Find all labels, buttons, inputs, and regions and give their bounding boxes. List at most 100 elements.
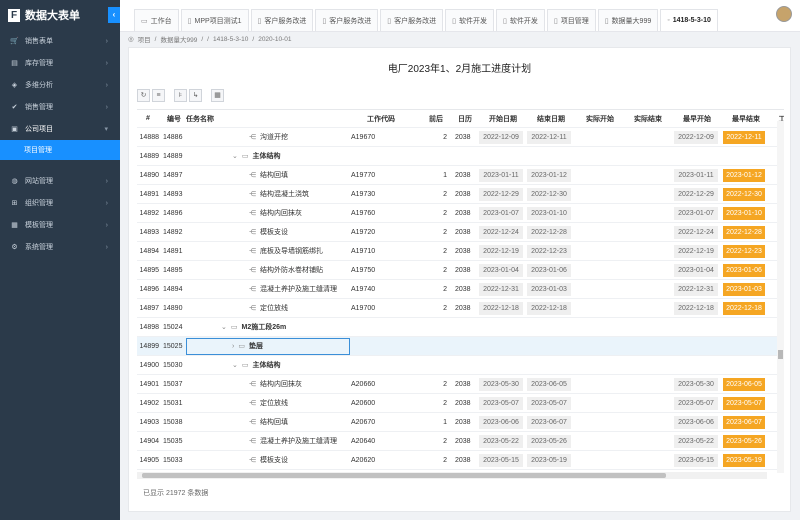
col-plan-start[interactable]: 开始日期 (479, 110, 527, 127)
row-pre[interactable]: 2 (425, 261, 447, 279)
row-actual-start[interactable] (577, 204, 623, 222)
row-cal[interactable]: 2038 (455, 261, 475, 279)
row-actual-end[interactable] (625, 128, 671, 146)
horizontal-scroll-thumb[interactable] (142, 473, 666, 478)
row-pre[interactable]: 2 (425, 394, 447, 412)
row-plan-start-cell[interactable]: 2023-06-06 (479, 413, 527, 431)
row-name-cell[interactable]: ⋲ 定位放线 (186, 394, 350, 412)
table-row[interactable]: 14900 15030 ⌄ ▭ 主体结构 (137, 356, 784, 375)
row-early-finish-cell[interactable]: 2023-01-06 (723, 261, 769, 279)
row-pre[interactable]: 2 (425, 128, 447, 146)
row-code[interactable]: A19710 (351, 242, 411, 260)
tab-9[interactable]: ◦ 1418-5-3-10 (660, 9, 718, 31)
app-logo[interactable]: F 数据大表单 ‹ (0, 0, 120, 30)
row-plan-start-cell[interactable]: 2022-12-29 (479, 185, 527, 203)
row-early-finish-cell[interactable]: 2023-05-07 (723, 394, 769, 412)
row-code[interactable]: A20670 (351, 413, 411, 431)
row-actual-start[interactable] (577, 432, 623, 450)
row-cal[interactable]: 2038 (455, 432, 475, 450)
sidebar-item-3[interactable]: ✔ 销售管理 › (0, 96, 120, 118)
sidebar-item-7[interactable]: ⊞ 组织管理 › (0, 192, 120, 214)
row-name-cell[interactable]: ⋲ 结构混凝土浇筑 (186, 185, 350, 203)
row-plan-end-cell[interactable]: 2023-01-03 (527, 280, 575, 298)
tab-5[interactable]: ▯ 软件开发 (445, 9, 494, 31)
row-plan-start-cell[interactable]: 2022-12-18 (479, 299, 527, 317)
row-plan-start-cell[interactable]: 2023-05-15 (479, 451, 527, 469)
col-pre[interactable]: 前后 (425, 110, 447, 127)
row-early-finish-cell[interactable]: 2023-06-05 (723, 375, 769, 393)
row-name-cell[interactable]: ⋲ 混凝土养护及施工缝清理 (186, 280, 350, 298)
table-row[interactable]: 14888 14886 ⋲ 沟道开挖 A19670 2 2038 2022-12-… (137, 128, 784, 147)
row-name-cell[interactable]: ⋲ 结构回填 (186, 166, 350, 184)
row-name-cell[interactable]: › ▭ 垫层 (186, 337, 350, 355)
row-actual-end[interactable] (625, 413, 671, 431)
row-early-finish-cell[interactable]: 2023-01-03 (723, 280, 769, 298)
breadcrumb-item[interactable]: 数据量大999 (160, 34, 197, 44)
table-row[interactable]: 14904 15035 ⋲ 混凝土养护及施工缝清理 A20640 2 2038 2… (137, 432, 784, 451)
horizontal-scrollbar[interactable] (137, 472, 767, 479)
row-actual-end[interactable] (625, 166, 671, 184)
breadcrumb-item[interactable]: 项目 (138, 34, 151, 44)
col-plan-end[interactable]: 结束日期 (527, 110, 575, 127)
row-actual-end[interactable] (625, 242, 671, 260)
col-name[interactable]: 任务名称 (186, 110, 350, 127)
row-plan-start-cell[interactable]: 2023-05-30 (479, 375, 527, 393)
tab-8[interactable]: ▯ 数据量大999 (597, 9, 659, 31)
breadcrumb-item[interactable]: 2020-10-01 (258, 36, 291, 43)
table-row[interactable]: 14896 14894 ⋲ 混凝土养护及施工缝清理 A19740 2 2038 2… (137, 280, 784, 299)
row-plan-end-cell[interactable]: 2023-05-26 (527, 432, 575, 450)
row-plan-end-cell[interactable]: 2023-05-07 (527, 394, 575, 412)
table-row[interactable]: 14905 15033 ⋲ 模板支设 A20620 2 2038 2023-05-… (137, 451, 784, 470)
row-early-finish-cell[interactable]: 2023-01-10 (723, 204, 769, 222)
row-plan-end-cell[interactable]: 2023-05-19 (527, 451, 575, 469)
calendar-icon[interactable]: ▦ (211, 89, 224, 102)
row-plan-start-cell[interactable]: 2023-01-11 (479, 166, 527, 184)
row-cal[interactable]: 2038 (455, 204, 475, 222)
row-plan-start-cell[interactable]: 2022-12-19 (479, 242, 527, 260)
breadcrumb-item[interactable]: 1418-5-3-10 (213, 36, 248, 43)
refresh-icon[interactable]: ↻ (137, 89, 150, 102)
table-row[interactable]: 14897 14890 ⋲ 定位放线 A19700 2 2038 2022-12-… (137, 299, 784, 318)
row-name-cell[interactable]: ⌄ ▭ 主体结构 (186, 356, 350, 374)
row-plan-end-cell[interactable]: 2022-12-30 (527, 185, 575, 203)
row-code[interactable]: A19750 (351, 261, 411, 279)
table-row[interactable]: 14890 14897 ⋲ 结构回填 A19770 1 2038 2023-01-… (137, 166, 784, 185)
row-code[interactable]: A19770 (351, 166, 411, 184)
row-plan-start-cell[interactable]: 2023-05-22 (479, 432, 527, 450)
row-pre[interactable]: 1 (425, 413, 447, 431)
row-actual-end[interactable] (625, 204, 671, 222)
row-plan-start-cell[interactable]: 2023-05-07 (479, 394, 527, 412)
expand-toggle-icon[interactable]: ⌄ (232, 361, 238, 369)
row-name-cell[interactable]: ⋲ 结构内回抹灰 (186, 375, 350, 393)
row-code[interactable]: A20600 (351, 394, 411, 412)
row-plan-end-cell[interactable]: 2022-12-28 (527, 223, 575, 241)
row-plan-start-cell[interactable]: 2022-12-31 (479, 280, 527, 298)
row-actual-end[interactable] (625, 223, 671, 241)
row-pre[interactable]: 2 (425, 204, 447, 222)
link-icon[interactable]: ↳ (189, 89, 202, 102)
row-early-start-cell[interactable]: 2023-01-07 (674, 204, 720, 222)
row-name-cell[interactable]: ⋲ 沟道开挖 (186, 128, 350, 146)
row-code[interactable]: A20620 (351, 451, 411, 469)
row-actual-start[interactable] (577, 375, 623, 393)
table-row[interactable]: 14901 15037 ⋲ 结构内回抹灰 A20660 2 2038 2023-0… (137, 375, 784, 394)
tab-3[interactable]: ▯ 客户服务改进 (315, 9, 379, 31)
row-early-start-cell[interactable]: 2022-12-09 (674, 128, 720, 146)
row-actual-end[interactable] (625, 185, 671, 203)
col-cal[interactable]: 日历 (455, 110, 475, 127)
row-name-cell[interactable]: ⋲ 混凝土养护及施工缝清理 (186, 432, 350, 450)
row-early-start-cell[interactable]: 2022-12-19 (674, 242, 720, 260)
row-early-finish-cell[interactable]: 2023-05-26 (723, 432, 769, 450)
row-pre[interactable]: 1 (425, 166, 447, 184)
vertical-scrollbar[interactable] (777, 121, 784, 473)
expand-toggle-icon[interactable]: ⌄ (221, 323, 227, 331)
col-no[interactable]: 编号 (163, 110, 185, 127)
col-code[interactable]: 工作代码 (351, 110, 411, 127)
row-plan-start-cell[interactable]: 2022-12-09 (479, 128, 527, 146)
row-cal[interactable]: 2038 (455, 299, 475, 317)
row-code[interactable]: A19700 (351, 299, 411, 317)
row-pre[interactable]: 2 (425, 451, 447, 469)
tab-1[interactable]: ▯ MPP项目测试1 (180, 9, 249, 31)
row-pre[interactable]: 2 (425, 223, 447, 241)
row-early-finish-cell[interactable]: 2022-12-30 (723, 185, 769, 203)
